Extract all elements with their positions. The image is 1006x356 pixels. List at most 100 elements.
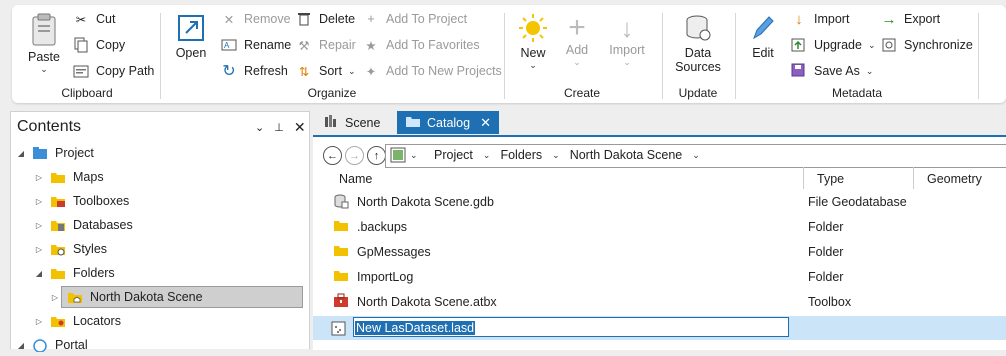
file-name: GpMessages: [357, 245, 431, 259]
upgrade-button[interactable]: Upgrade ⌄: [790, 35, 876, 55]
location-icon: [390, 147, 406, 166]
plus-icon: +: [367, 12, 375, 26]
file-name: .backups: [357, 220, 408, 234]
sort-button[interactable]: ⇅ Sort ⌄: [295, 61, 356, 81]
tab-label: Scene: [345, 115, 381, 130]
tree-item-label: Locators: [73, 314, 121, 328]
paste-icon: [26, 13, 62, 50]
tree-item-databases[interactable]: ▷ Databases: [11, 214, 329, 236]
collapsed-triangle-icon[interactable]: ▷: [33, 197, 45, 206]
refresh-button[interactable]: ↻ Refresh: [220, 61, 288, 81]
export-button[interactable]: → Export: [880, 9, 941, 29]
database-icon: [672, 13, 724, 46]
chevron-down-icon[interactable]: ⌄: [692, 150, 700, 161]
tree-item-label: Maps: [73, 170, 104, 184]
expanded-triangle-icon[interactable]: ◢: [33, 269, 45, 278]
column-header-name[interactable]: Name: [339, 169, 803, 189]
collapsed-triangle-icon[interactable]: ▷: [49, 293, 61, 302]
tree-item-maps[interactable]: ▷ Maps: [11, 166, 329, 188]
location-bar[interactable]: ⌄ Project ⌄ Folders ⌄ North Dakota Scene…: [385, 144, 1006, 168]
refresh-label: Refresh: [244, 64, 288, 78]
open-button[interactable]: Open: [174, 13, 208, 60]
close-icon[interactable]: ✕: [294, 119, 306, 136]
group-separator: [662, 13, 663, 99]
tab-scene[interactable]: Scene: [315, 111, 388, 134]
up-icon[interactable]: ↑: [367, 146, 386, 165]
collapsed-triangle-icon[interactable]: ▷: [33, 245, 45, 254]
collapsed-triangle-icon[interactable]: ▷: [33, 317, 45, 326]
chevron-down-icon[interactable]: ⌄: [255, 121, 264, 134]
chevron-down-icon: ⌄: [865, 65, 874, 76]
file-row[interactable]: .backups Folder: [313, 215, 1006, 239]
save-as-button[interactable]: Save As ⌄: [790, 61, 873, 81]
paste-button[interactable]: Paste ⌄: [26, 13, 62, 75]
pin-icon[interactable]: ⊥: [274, 121, 284, 134]
add-button[interactable]: + Add ⌄: [560, 13, 594, 68]
tree-item-folders[interactable]: ◢ Folders: [11, 262, 329, 284]
tree-item-portal[interactable]: ◢ Portal: [11, 334, 311, 356]
repair-button[interactable]: ⚒ Repair: [295, 35, 355, 55]
catalog-view: ← → ↑ ⌄ Project ⌄ Folders ⌄ North Dakota…: [313, 135, 1006, 350]
refresh-icon: ↻: [222, 63, 236, 80]
file-row[interactable]: GpMessages Folder: [313, 240, 1006, 264]
column-header-label: Geometry: [927, 172, 982, 186]
copy-button[interactable]: Copy: [72, 35, 125, 55]
column-header-type[interactable]: Type: [817, 169, 917, 189]
tab-catalog[interactable]: Catalog ✕: [397, 111, 499, 134]
metadata-import-button[interactable]: ↓ Import: [790, 9, 849, 29]
expanded-triangle-icon[interactable]: ◢: [15, 149, 27, 158]
forward-icon[interactable]: →: [345, 146, 364, 165]
file-name: North Dakota Scene.atbx: [357, 295, 497, 309]
file-row[interactable]: ImportLog Folder: [313, 265, 1006, 289]
remove-button[interactable]: ✕ Remove: [220, 9, 291, 29]
file-row[interactable]: North Dakota Scene.atbx Toolbox: [313, 290, 1006, 314]
save-as-label: Save As: [814, 64, 860, 78]
edit-button[interactable]: Edit: [748, 13, 778, 60]
chevron-down-icon[interactable]: ⌄: [410, 150, 418, 161]
breadcrumb-item[interactable]: Folders: [500, 148, 542, 162]
collapsed-triangle-icon[interactable]: ▷: [33, 221, 45, 230]
column-header-geometry[interactable]: Geometry: [927, 169, 1006, 189]
breadcrumb-item[interactable]: North Dakota Scene: [570, 148, 683, 162]
data-sources-label-2: Sources: [675, 60, 721, 74]
folder-icon: [49, 169, 67, 185]
tree-item-project[interactable]: ◢ Project: [11, 142, 311, 164]
add-to-new-projects-button[interactable]: ✦ Add To New Projects: [362, 61, 502, 81]
breadcrumb-item[interactable]: Project: [434, 148, 473, 162]
chevron-down-icon[interactable]: ⌄: [483, 150, 491, 161]
new-button[interactable]: New ⌄: [516, 13, 550, 71]
file-row[interactable]: North Dakota Scene.gdb File Geodatabase: [313, 190, 1006, 214]
tree-item-north-dakota-scene[interactable]: ▷ North Dakota Scene: [11, 286, 345, 308]
copy-path-button[interactable]: Copy Path: [72, 61, 154, 81]
folder-icon: [333, 244, 349, 260]
data-sources-button[interactable]: Data Sources: [672, 13, 724, 74]
synchronize-button[interactable]: Synchronize: [880, 35, 973, 55]
import-button[interactable]: ↓ Import ⌄: [604, 13, 650, 68]
copy-path-icon: [72, 62, 90, 80]
new-item-row[interactable]: New LasDataset.lasd: [313, 316, 1006, 340]
add-to-project-button[interactable]: + Add To Project: [362, 9, 467, 29]
portal-icon: [31, 337, 49, 353]
locator-icon: [49, 313, 67, 329]
rename-button[interactable]: A Rename: [220, 35, 291, 55]
clipboard-group-label: Clipboard: [61, 86, 113, 100]
expanded-triangle-icon[interactable]: ◢: [15, 341, 27, 350]
chevron-down-icon[interactable]: ⌄: [552, 150, 560, 161]
close-icon[interactable]: ✕: [480, 115, 491, 131]
rename-label: Rename: [244, 38, 292, 52]
group-separator: [735, 13, 736, 99]
project-icon: [31, 145, 49, 161]
arrow-down-icon: ↓: [620, 13, 634, 43]
pencil-icon: [748, 13, 778, 46]
delete-button[interactable]: Delete: [295, 9, 355, 29]
tree-item-locators[interactable]: ▷ Locators: [11, 310, 329, 332]
back-icon[interactable]: ←: [323, 146, 342, 165]
synchronize-label: Synchronize: [904, 38, 973, 52]
add-to-favorites-button[interactable]: ★ Add To Favorites: [362, 35, 479, 55]
cut-button[interactable]: ✂ Cut: [72, 9, 116, 29]
collapsed-triangle-icon[interactable]: ▷: [33, 173, 45, 182]
tree-item-styles[interactable]: ▷ Styles: [11, 238, 329, 260]
metadata-import-label: Import: [814, 12, 850, 26]
tree-item-toolboxes[interactable]: ▷ Toolboxes: [11, 190, 329, 212]
column-divider: [803, 167, 804, 189]
